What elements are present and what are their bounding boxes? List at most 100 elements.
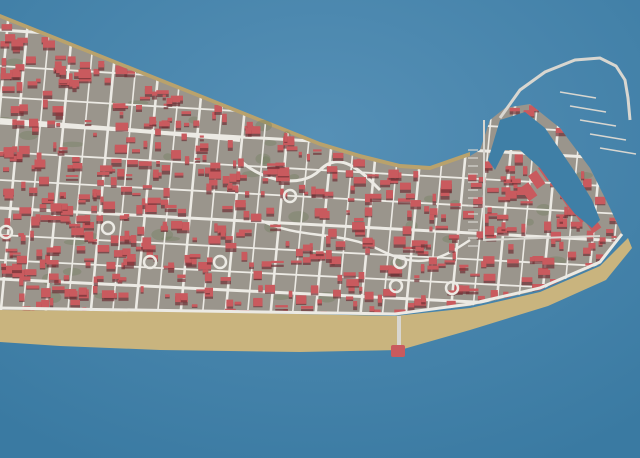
building [110, 235, 119, 244]
building [311, 186, 316, 195]
building [52, 286, 65, 290]
building [70, 299, 80, 306]
building [359, 286, 363, 291]
building [509, 107, 520, 112]
building [346, 210, 350, 213]
building [275, 305, 288, 308]
building-shadow [152, 124, 157, 127]
building [233, 160, 237, 167]
building [427, 265, 439, 270]
building [508, 244, 514, 250]
building [19, 293, 25, 301]
building [26, 285, 40, 289]
building [332, 152, 344, 159]
building [42, 90, 53, 96]
building [160, 225, 168, 231]
building [120, 186, 133, 192]
building [177, 274, 186, 279]
building [69, 223, 81, 227]
building [298, 184, 306, 190]
building [91, 205, 98, 211]
building [245, 191, 250, 196]
building [3, 188, 14, 196]
building [559, 241, 564, 250]
building [263, 170, 271, 175]
building [595, 196, 606, 205]
building [4, 194, 14, 199]
city-map [0, 0, 640, 458]
building [72, 162, 83, 169]
building [214, 223, 218, 232]
building [192, 237, 198, 241]
building [277, 144, 284, 151]
building [246, 121, 253, 127]
building [599, 237, 606, 242]
building [153, 169, 159, 178]
building [56, 122, 61, 126]
building [142, 245, 156, 250]
building [79, 61, 91, 68]
building [564, 206, 568, 215]
building [46, 260, 59, 265]
building-shadow [520, 203, 533, 206]
building-shadow [398, 201, 411, 205]
building [155, 128, 161, 135]
building [266, 207, 275, 214]
building [85, 261, 91, 266]
building [119, 111, 124, 115]
building [141, 198, 146, 206]
building [265, 284, 276, 293]
building [567, 251, 577, 258]
building [67, 56, 76, 63]
building [238, 158, 244, 167]
building [225, 236, 233, 240]
building [27, 81, 38, 86]
building [143, 140, 148, 148]
building [335, 241, 346, 247]
building [175, 120, 182, 128]
building [100, 196, 104, 203]
building [393, 236, 406, 245]
building [583, 178, 592, 188]
building [115, 122, 129, 131]
building-shadow [313, 152, 322, 155]
building [31, 216, 40, 226]
building [180, 296, 187, 301]
building-shadow [156, 93, 169, 98]
building [47, 192, 55, 200]
building [498, 196, 511, 201]
building [104, 77, 111, 83]
building [84, 258, 94, 261]
building [529, 256, 535, 262]
building [39, 176, 49, 185]
building-shadow [58, 150, 68, 154]
building [76, 245, 86, 251]
building [60, 193, 64, 196]
building [78, 200, 86, 203]
building [15, 120, 25, 125]
building-shadow [420, 244, 428, 248]
building [441, 180, 452, 190]
building [234, 301, 242, 305]
building [72, 84, 77, 89]
building [78, 287, 87, 295]
building [420, 240, 428, 244]
building [284, 132, 288, 142]
building [407, 210, 412, 217]
building [512, 178, 521, 184]
building [174, 172, 184, 176]
building [4, 218, 11, 226]
building [16, 255, 27, 264]
building-shadow [1, 266, 7, 271]
vegetation-patch [60, 141, 85, 148]
building [220, 277, 231, 281]
building [362, 237, 373, 244]
map-scene [0, 0, 640, 458]
building [354, 217, 364, 221]
building [41, 288, 51, 298]
building [428, 257, 437, 265]
building [163, 187, 170, 197]
building [205, 287, 210, 294]
building [386, 190, 393, 199]
building-shadow [267, 166, 280, 170]
